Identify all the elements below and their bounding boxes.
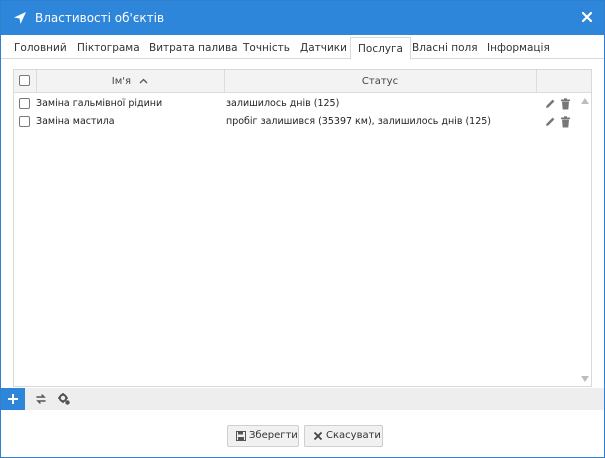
delete-trash-icon[interactable] xyxy=(560,98,571,110)
save-icon xyxy=(236,431,246,441)
tab-fuel[interactable]: Витрата палива xyxy=(142,37,245,59)
tab-main[interactable]: Головний xyxy=(7,37,74,59)
delete-trash-icon[interactable] xyxy=(560,116,571,128)
cancel-button[interactable]: Скасувати xyxy=(304,425,383,447)
dialog-title: Властивості об'єктів xyxy=(35,11,165,25)
cancel-label: Скасувати xyxy=(326,430,381,441)
add-button[interactable] xyxy=(1,388,25,410)
title-bar: Властивості об'єктів xyxy=(1,1,604,35)
table-row[interactable]: Заміна гальмівної рідини залишилось днів… xyxy=(14,95,578,113)
tab-icon[interactable]: Піктограма xyxy=(70,37,147,59)
refresh-icon[interactable] xyxy=(34,392,48,406)
sort-ascending-icon xyxy=(139,78,148,84)
save-button[interactable]: Зберегти xyxy=(227,425,299,447)
service-table: Ім'я Статус Заміна гальмівної рідини зал… xyxy=(13,69,592,387)
settings-icon[interactable] xyxy=(57,392,71,406)
column-divider xyxy=(536,70,537,93)
select-all-checkbox[interactable] xyxy=(19,75,30,86)
properties-dialog: Властивості об'єктів Головний Піктограма… xyxy=(0,0,605,458)
tab-service[interactable]: Послуга xyxy=(350,37,411,60)
vertical-scrollbar[interactable] xyxy=(579,94,591,386)
tab-bar: Головний Піктограма Витрата палива Точні… xyxy=(1,37,604,60)
table-toolbar xyxy=(1,388,604,410)
row-checkbox[interactable] xyxy=(19,98,30,109)
save-label: Зберегти xyxy=(249,430,298,441)
row-status: залишилось днів (125) xyxy=(226,98,340,109)
row-name: Заміна мастила xyxy=(36,116,115,127)
scroll-down-arrow-icon[interactable] xyxy=(581,376,589,382)
table-header: Ім'я Статус xyxy=(14,70,591,93)
tab-accuracy[interactable]: Точність xyxy=(236,37,297,59)
tab-custom-fields[interactable]: Власні поля xyxy=(405,37,485,59)
row-name: Заміна гальмівної рідини xyxy=(36,98,163,109)
scroll-up-arrow-icon[interactable] xyxy=(581,98,589,104)
close-icon[interactable] xyxy=(580,10,594,24)
column-status-label: Статус xyxy=(361,76,399,87)
column-header-name[interactable]: Ім'я xyxy=(36,70,224,93)
tab-sensors[interactable]: Датчики xyxy=(293,37,354,59)
column-header-status[interactable]: Статус xyxy=(224,70,536,93)
navigation-arrow-icon xyxy=(14,12,26,24)
row-checkbox[interactable] xyxy=(19,116,30,127)
column-name-label: Ім'я xyxy=(111,76,132,87)
add-icon xyxy=(8,394,18,404)
tab-info[interactable]: Інформація xyxy=(480,37,557,59)
row-status: пробіг залишився (35397 км), залишилось … xyxy=(226,116,491,127)
table-row[interactable]: Заміна мастила пробіг залишився (35397 к… xyxy=(14,113,578,131)
edit-pencil-icon[interactable] xyxy=(544,98,556,110)
edit-pencil-icon[interactable] xyxy=(544,116,556,128)
cancel-icon xyxy=(313,431,323,441)
